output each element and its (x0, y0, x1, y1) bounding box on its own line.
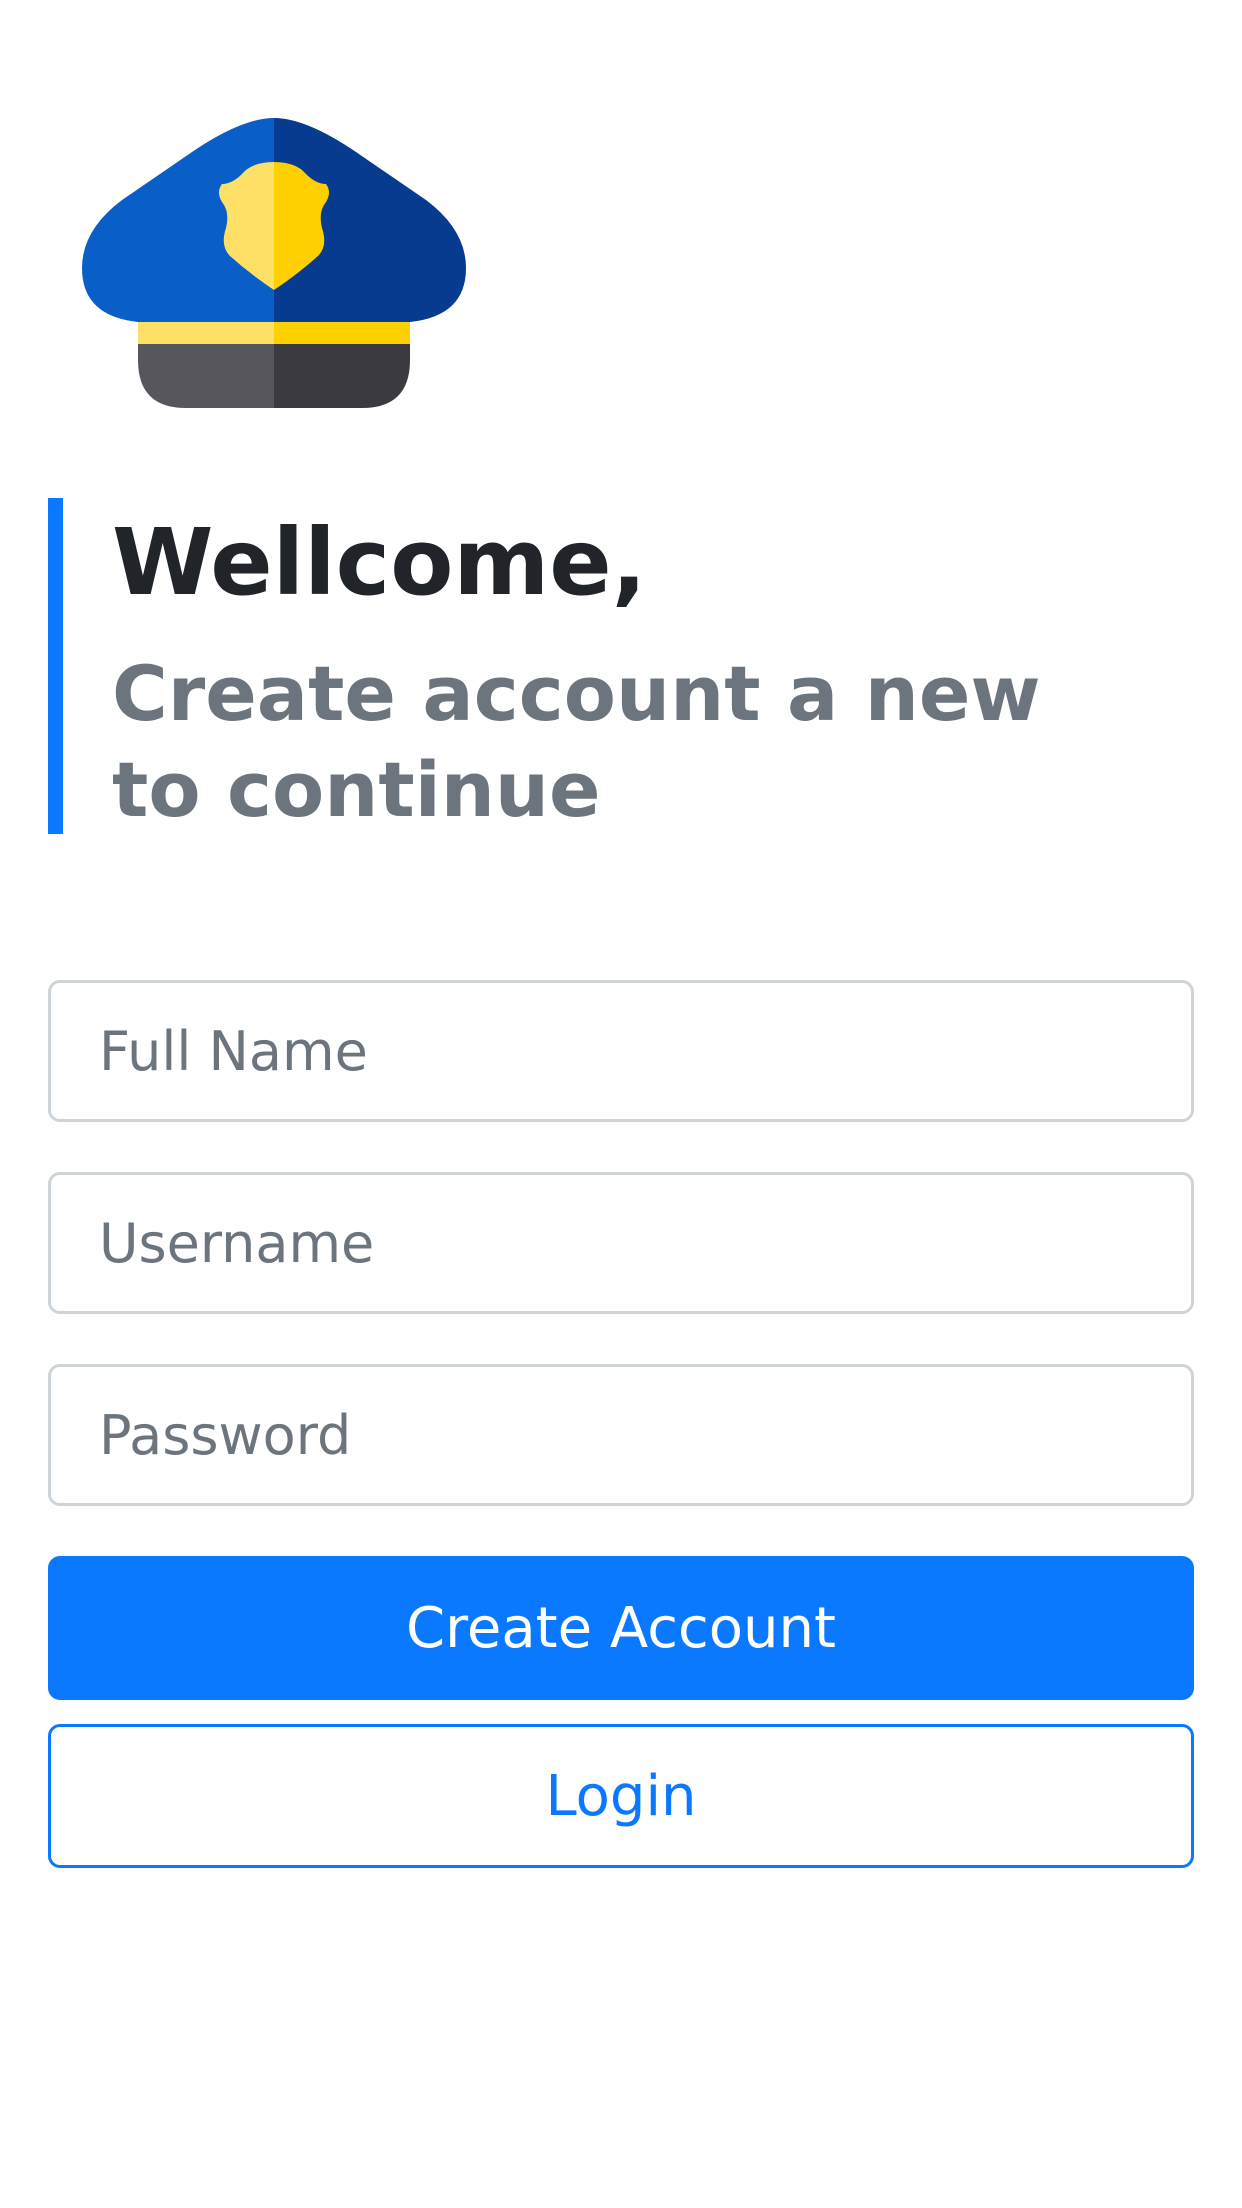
welcome-subtitle: Create account a new to continue (112, 649, 1041, 834)
username-input[interactable] (48, 1172, 1194, 1314)
full-name-input[interactable] (48, 980, 1194, 1122)
password-input[interactable] (48, 1364, 1194, 1506)
app-logo (82, 118, 466, 408)
create-account-button[interactable]: Create Account (48, 1556, 1194, 1700)
welcome-title: Wellcome, (112, 509, 647, 616)
login-button[interactable]: Login (48, 1724, 1194, 1868)
welcome-heading-block: Wellcome, Create account a new to contin… (48, 498, 1198, 834)
police-cap-icon (82, 118, 466, 408)
